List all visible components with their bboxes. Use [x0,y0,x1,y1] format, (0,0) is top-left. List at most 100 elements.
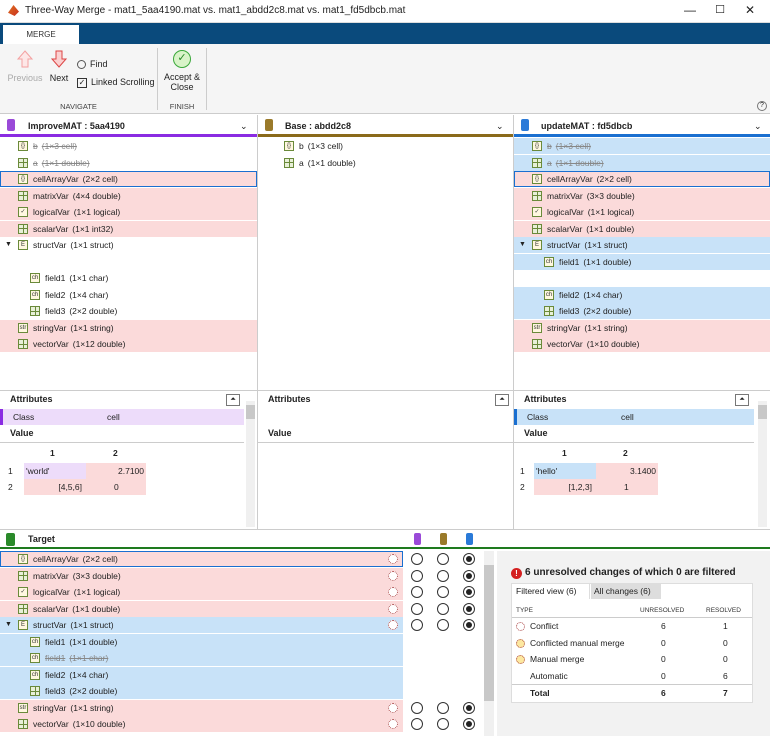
variable-row[interactable]: str stringVar (1×1 string) [514,319,770,336]
grid-cell[interactable]: 1 [596,479,658,495]
expand-caret-icon[interactable]: ▼ [5,237,12,253]
variable-row[interactable]: ✓ logicalVar (1×1 logical) [0,584,403,600]
grid-cell[interactable]: 'world' [24,463,86,479]
choose-left-radio[interactable] [411,701,423,714]
grid-cell[interactable]: [4,5,6] [24,479,86,495]
choose-left-radio[interactable] [411,569,423,582]
choose-right-radio[interactable] [463,569,475,582]
choose-right-radio[interactable] [463,701,475,714]
choose-left-radio[interactable] [411,619,423,631]
variable-row[interactable]: matrixVar (4×4 double) [0,187,257,204]
variable-row[interactable]: scalarVar (1×1 double) [0,600,403,617]
variable-row[interactable]: ch field2 (1×4 char) [514,286,770,303]
variable-row[interactable]: ch field1 (1×1 double) [514,253,770,270]
variable-row[interactable]: ch field1 (1×1 char) [0,650,403,666]
choose-right-radio[interactable] [463,553,475,565]
close-button[interactable]: ✕ [740,2,760,18]
variable-row[interactable]: str stringVar (1×1 string) [0,699,403,716]
variable-row[interactable]: field3 (2×2 double) [514,303,770,319]
base-variable-tree[interactable]: {} b (1×3 cell) a (1×1 double) [258,138,513,390]
choose-base-radio[interactable] [437,586,449,598]
variable-row[interactable]: vectorVar (1×12 double) [0,336,257,352]
variable-row[interactable]: {} cellArrayVar (2×2 cell) [0,171,257,187]
right-variable-tree[interactable]: {} b (1×3 cell) a (1×1 double){} cellArrayVar… [514,138,770,390]
next-button[interactable]: Next [44,50,74,83]
tab-filtered-view[interactable]: Filtered view (6) [512,584,590,599]
choose-right-radio[interactable] [463,718,475,730]
variable-type: (1×1 double) [72,603,121,614]
right-pane-header[interactable]: updateMAT : fd5dbcb ⌄ [514,115,770,137]
variable-row[interactable]: ✓ logicalVar (1×1 logical) [514,204,770,220]
choose-right-radio[interactable] [463,619,475,631]
variable-row[interactable]: ch field1 (1×1 double) [0,633,403,650]
maximize-button[interactable]: ☐ [710,2,730,18]
variable-row[interactable]: ch field1 (1×1 char) [0,270,257,286]
variable-row[interactable]: {} b (1×3 cell) [514,138,770,154]
variable-row[interactable]: {} b (1×3 cell) [0,138,257,154]
find-button[interactable]: Find [77,59,108,70]
variable-row[interactable]: matrixVar (3×3 double) [0,567,403,584]
variable-row[interactable]: ch field2 (1×4 char) [0,287,257,303]
empty-row[interactable] [0,254,257,270]
variable-row[interactable]: scalarVar (1×1 int32) [0,220,257,237]
previous-button[interactable]: Previous [6,50,44,83]
variable-row[interactable]: ch field2 (1×4 char) [0,666,403,683]
target-variable-tree[interactable]: {} cellArrayVar (2×2 cell) matrixVar (3×3 do… [0,551,495,736]
linked-scrolling-checkbox[interactable]: ✓ Linked Scrolling [77,77,155,88]
variable-row[interactable]: ▼ EstructVar (1×1 struct) [0,237,257,253]
choose-base-radio[interactable] [437,553,449,565]
choose-left-radio[interactable] [411,586,423,598]
variable-row[interactable]: a (1×1 double) [0,155,257,171]
value-grid[interactable]: 1 2 1 'world' 2.7100 2 [4,5,6] 0 [0,445,150,497]
choose-left-radio[interactable] [411,602,423,615]
variable-row[interactable]: a (1×1 double) [258,155,513,171]
value-grid[interactable]: 1 2 1 'hello' 3.1400 2 [1,2,3] 1 [514,445,664,497]
choose-left-radio[interactable] [411,718,423,730]
choose-left-radio[interactable] [411,553,423,565]
target-scrollbar[interactable] [484,551,494,736]
variable-row[interactable]: ✓ logicalVar (1×1 logical) [0,204,257,220]
choose-base-radio[interactable] [437,718,449,730]
help-icon[interactable]: ? [757,101,767,111]
tab-merge[interactable]: MERGE [3,25,79,44]
variable-row[interactable]: field3 (2×2 double) [0,683,403,699]
grid-cell[interactable]: [1,2,3] [534,479,596,495]
grid-cell[interactable]: 'hello' [534,463,596,479]
variable-row[interactable]: {} cellArrayVar (2×2 cell) [0,551,403,567]
choose-base-radio[interactable] [437,619,449,631]
collapse-icon[interactable]: ⏶ [226,394,240,406]
choose-base-radio[interactable] [437,701,449,714]
choose-base-radio[interactable] [437,602,449,615]
accept-close-button[interactable]: ✓ Accept & Close [160,50,204,92]
variable-row[interactable]: matrixVar (3×3 double) [514,187,770,204]
variable-row[interactable]: {} cellArrayVar (2×2 cell) [514,171,770,187]
variable-row[interactable]: scalarVar (1×1 double) [514,220,770,237]
grid-cell[interactable]: 2.7100 [86,463,146,479]
expand-caret-icon[interactable]: ▼ [5,617,12,633]
expand-caret-icon[interactable]: ▼ [519,237,526,253]
variable-row[interactable]: field3 (2×2 double) [0,303,257,319]
base-pane-header[interactable]: Base : abdd2c8 ⌄ [258,115,513,137]
variable-row[interactable]: vectorVar (1×10 double) [0,716,403,732]
variable-row[interactable]: ▼ EstructVar (1×1 struct) [0,617,403,633]
grid-cell[interactable]: 3.1400 [596,463,658,479]
left-pane-header[interactable]: ImproveMAT : 5aa4190 ⌄ [0,115,257,137]
variable-row[interactable]: str stringVar (1×1 string) [0,319,257,336]
variable-row[interactable]: a (1×1 double) [514,154,770,171]
variable-row[interactable]: {} b (1×3 cell) [258,138,513,154]
choose-base-radio[interactable] [437,569,449,582]
choose-right-radio[interactable] [463,602,475,615]
attributes-scrollbar[interactable] [246,401,255,527]
tab-all-changes[interactable]: All changes (6) [591,584,661,599]
collapse-icon[interactable]: ⏶ [495,394,509,406]
minimize-button[interactable]: — [680,2,700,18]
empty-row[interactable] [514,270,770,286]
variable-row[interactable]: ▼ EstructVar (1×1 struct) [514,237,770,253]
choose-right-radio[interactable] [463,586,475,598]
conflict-icon [388,587,398,597]
grid-cell[interactable]: 0 [86,479,146,495]
variable-row[interactable]: vectorVar (1×10 double) [514,336,770,352]
left-variable-tree[interactable]: {} b (1×3 cell) a (1×1 double){} cellArrayVar… [0,138,257,390]
attributes-scrollbar[interactable] [758,401,767,527]
collapse-icon[interactable]: ⏶ [735,394,749,406]
